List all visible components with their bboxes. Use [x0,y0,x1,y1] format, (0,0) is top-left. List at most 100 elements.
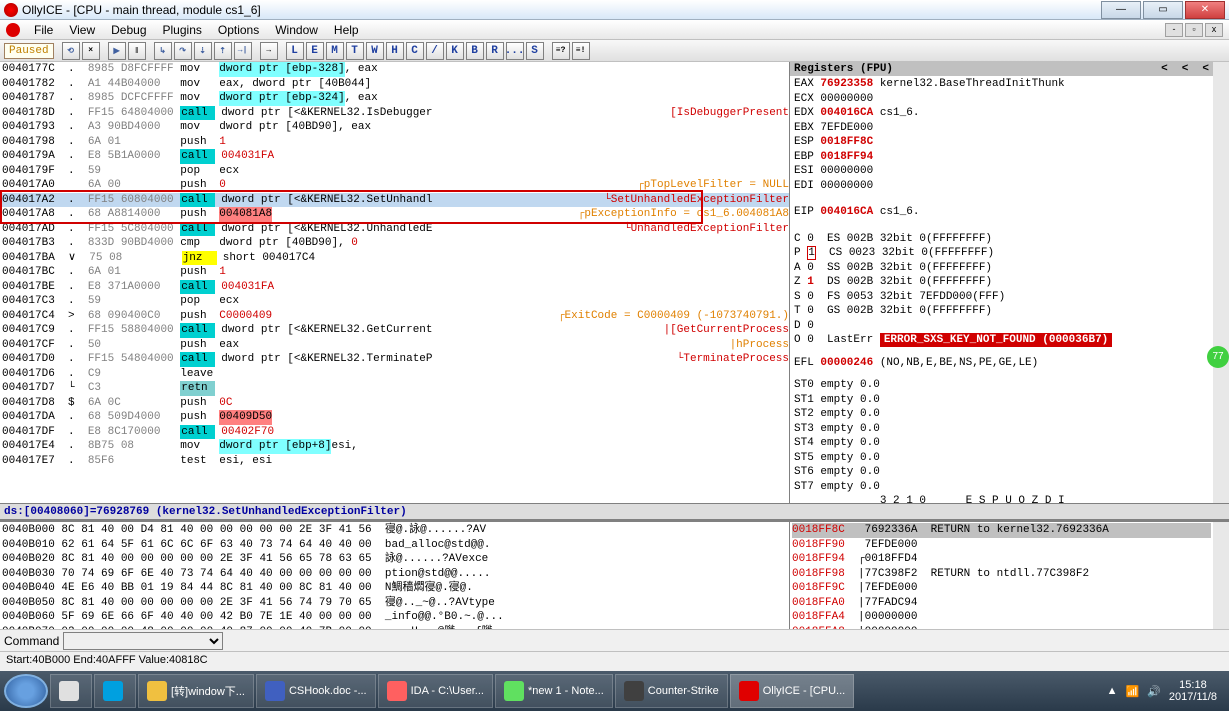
disasm-row[interactable]: 004017DF . E8 8C170000 call 00402F70 [0,425,789,440]
trace-over-button[interactable]: ⇡ [214,42,232,60]
appearance-button[interactable]: ≡! [572,42,590,60]
maximize-button[interactable]: ▭ [1143,1,1183,19]
disasm-row[interactable]: 004017BA ∨ 75 08 jnz short 004017C4 [0,251,789,266]
taskbar-item[interactable]: CSHook.doc -... [256,674,376,708]
disasm-row[interactable]: 004017A0 6A 00 push 0┌pTopLevelFilter = … [0,178,789,193]
close-button[interactable]: ✕ [1185,1,1225,19]
toolbar-t-button[interactable]: T [346,42,364,60]
menu-plugins[interactable]: Plugins [155,21,210,39]
menu-help[interactable]: Help [326,21,367,39]
menu-window[interactable]: Window [267,21,326,39]
menu-debug[interactable]: Debug [103,21,154,39]
tray-icon[interactable]: ▲ [1107,685,1118,697]
stack-row[interactable]: 0018FF90 7EFDE000 [792,538,1211,553]
minimize-button[interactable]: — [1101,1,1141,19]
registers-pane[interactable]: Registers (FPU) <<< EAX 76923358 kernel3… [790,62,1213,503]
reg-left3-icon[interactable]: < [1202,63,1209,75]
hexdump-row[interactable]: 0040B030 70 74 69 6F 6E 40 73 74 64 40 4… [2,567,787,582]
mdi-restore-button[interactable]: ▫ [1185,23,1203,37]
hexdump-row[interactable]: 0040B070 02 00 00 00 48 00 00 00 40 87 0… [2,625,787,630]
toolbar-c-button[interactable]: C [406,42,424,60]
disasm-row[interactable]: 004017D8 $ 6A 0C push 0C [0,396,789,411]
hexdump-row[interactable]: 0040B050 8C 81 40 00 00 00 00 00 2E 3F 4… [2,596,787,611]
stack-row[interactable]: 0018FFA0 |77FADC94 [792,596,1211,611]
disasm-row[interactable]: 004017D7 └ C3 retn [0,381,789,396]
registers-header[interactable]: Registers (FPU) <<< [790,62,1213,76]
taskbar-item[interactable]: OllyICE - [CPU... [730,674,855,708]
taskbar-item[interactable]: [转]window下... [138,674,254,708]
toolbar-b-button[interactable]: B [466,42,484,60]
mdi-min-button[interactable]: - [1165,23,1183,37]
taskbar-item[interactable]: *new 1 - Note... [495,674,613,708]
trace-into-button[interactable]: ⇣ [194,42,212,60]
toolbar-w-button[interactable]: W [366,42,384,60]
stack-row[interactable]: 0018FF94 ┌0018FFD4 [792,552,1211,567]
disasm-row[interactable]: 00401782 . A1 44B04000 mov eax, dword pt… [0,77,789,92]
scrollbar[interactable] [1213,62,1229,503]
restart-button[interactable]: ⟲ [62,42,80,60]
hexdump-row[interactable]: 0040B040 4E E6 40 BB 01 19 84 44 8C 81 4… [2,581,787,596]
hexdump-row[interactable]: 0040B010 62 61 64 5F 61 6C 6C 6F 63 40 7… [2,538,787,553]
toolbar-s-button[interactable]: S [526,42,544,60]
disasm-row[interactable]: 004017A8 . 68 A8814000 push 004081A8┌pEx… [0,207,789,222]
hexdump-pane[interactable]: 0040B000 8C 81 40 00 D4 81 40 00 00 00 0… [0,522,790,629]
menu-options[interactable]: Options [210,21,267,39]
clock-time[interactable]: 15:18 [1169,679,1217,691]
disasm-row[interactable]: 004017E7 . 85F6 test esi, esi [0,454,789,469]
toolbar-...-button[interactable]: ... [506,42,524,60]
toolbar-m-button[interactable]: M [326,42,344,60]
step-over-button[interactable]: ↷ [174,42,192,60]
reg-left2-icon[interactable]: < [1182,63,1189,75]
disasm-row[interactable]: 004017C3 . 59 pop ecx [0,294,789,309]
tray-net-icon[interactable]: 📶 [1125,685,1139,698]
menu-view[interactable]: View [61,21,103,39]
close-prog-button[interactable]: × [82,42,100,60]
disasm-row[interactable]: 00401793 . A3 90BD4000 mov dword ptr [40… [0,120,789,135]
disasm-row[interactable]: 004017CF . 50 push eax|hProcess [0,338,789,353]
disasm-row[interactable]: 004017BC . 6A 01 push 1 [0,265,789,280]
stack-pane[interactable]: 0018FF8C 7692336A RETURN to kernel32.769… [790,522,1213,629]
toolbar-h-button[interactable]: H [386,42,404,60]
hexdump-row[interactable]: 0040B060 5F 69 6E 66 6F 40 40 00 42 B0 7… [2,610,787,625]
options-button[interactable]: ≡? [552,42,570,60]
disasm-row[interactable]: 004017A2 . FF15 60804000 call dword ptr … [0,193,789,208]
hexdump-row[interactable]: 0040B000 8C 81 40 00 D4 81 40 00 00 00 0… [2,523,787,538]
command-input[interactable] [63,632,223,650]
disasm-row[interactable]: 0040179A . E8 5B1A0000 call 004031FA [0,149,789,164]
disasm-row[interactable]: 0040177C . 8985 D8FCFFFF mov dword ptr [… [0,62,789,77]
step-into-button[interactable]: ↳ [154,42,172,60]
stack-row[interactable]: 0018FF9C |7EFDE000 [792,581,1211,596]
disasm-row[interactable]: 004017D6 . C9 leave [0,367,789,382]
disasm-row[interactable]: 004017DA . 68 509D4000 push 00409D50 [0,410,789,425]
menu-file[interactable]: File [26,21,61,39]
disasm-row[interactable]: 00401798 . 6A 01 push 1 [0,135,789,150]
stack-row[interactable]: 0018FF8C 7692336A RETURN to kernel32.769… [792,523,1211,538]
floating-badge[interactable]: 77 [1207,346,1229,368]
toolbar-e-button[interactable]: E [306,42,324,60]
disasm-row[interactable]: 004017C9 . FF15 58804000 call dword ptr … [0,323,789,338]
pause-button[interactable]: ‖ [128,42,146,60]
exec-till-button[interactable]: →| [234,42,252,60]
stack-row[interactable]: 0018FFA8 |00000000 [792,625,1211,630]
mdi-close-button[interactable]: x [1205,23,1223,37]
disassembly-pane[interactable]: 0040177C . 8985 D8FCFFFF mov dword ptr [… [0,62,790,503]
toolbar-l-button[interactable]: L [286,42,304,60]
disasm-row[interactable]: 004017E4 . 8B75 08 mov dword ptr [ebp+8]… [0,439,789,454]
start-button[interactable] [4,674,48,708]
taskbar-item[interactable]: Counter-Strike [615,674,728,708]
taskbar-item[interactable] [50,674,92,708]
toolbar-k-button[interactable]: K [446,42,464,60]
run-button[interactable]: ▶ [108,42,126,60]
disasm-row[interactable]: 00401787 . 8985 DCFCFFFF mov dword ptr [… [0,91,789,106]
scrollbar-bottom[interactable] [1213,522,1229,629]
tray-vol-icon[interactable]: 🔊 [1147,685,1161,698]
disasm-row[interactable]: 004017BE . E8 371A0000 call 004031FA [0,280,789,295]
hexdump-row[interactable]: 0040B020 8C 81 40 00 00 00 00 00 2E 3F 4… [2,552,787,567]
goto-button[interactable]: → [260,42,278,60]
disasm-row[interactable]: 004017D0 . FF15 54804000 call dword ptr … [0,352,789,367]
reg-left-icon[interactable]: < [1161,63,1168,75]
toolbar-/-button[interactable]: / [426,42,444,60]
disasm-row[interactable]: 0040179F . 59 pop ecx [0,164,789,179]
stack-row[interactable]: 0018FFA4 |00000000 [792,610,1211,625]
disasm-row[interactable]: 004017AD . FF15 5C804000 call dword ptr … [0,222,789,237]
